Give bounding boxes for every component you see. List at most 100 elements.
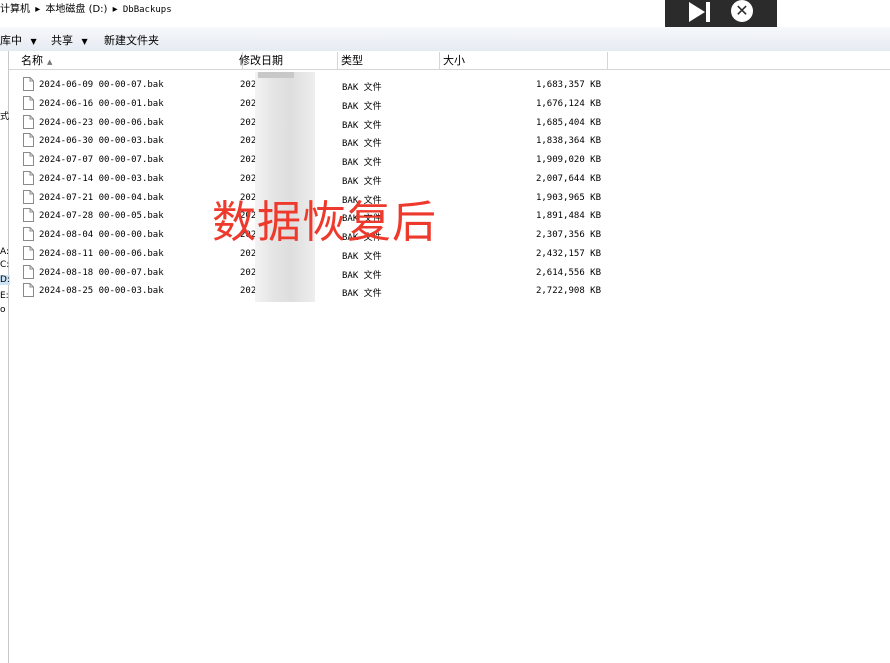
column-type-label: 类型 bbox=[341, 54, 363, 67]
file-type: BAK 文件 bbox=[342, 176, 382, 187]
file-icon bbox=[23, 95, 34, 110]
file-size: 1,676,124 KB bbox=[535, 98, 601, 109]
file-icon bbox=[23, 264, 34, 279]
column-size-label: 大小 bbox=[443, 54, 465, 67]
file-icon bbox=[23, 114, 34, 129]
file-date: 202 bbox=[240, 248, 257, 259]
file-name: 2024-06-23 00-00-06.bak bbox=[39, 117, 164, 128]
file-icon bbox=[23, 77, 34, 91]
file-date: 202 bbox=[240, 286, 257, 297]
close-icon[interactable]: ✕ bbox=[731, 0, 753, 22]
include-in-library-button[interactable]: 库中 ▼ bbox=[0, 32, 37, 48]
file-type: BAK 文件 bbox=[342, 139, 382, 150]
file-name: 2024-08-04 00-00-00.bak bbox=[39, 230, 164, 240]
breadcrumb-folder[interactable]: DbBackups bbox=[123, 5, 172, 15]
file-type: BAK 文件 bbox=[342, 289, 382, 300]
file-size: 1,683,357 KB bbox=[535, 80, 601, 90]
file-row[interactable]: 2024-06-16 00-00-01.bak 202 BAK 文件 1,676… bbox=[9, 95, 890, 114]
column-name-label: 名称 bbox=[21, 54, 43, 67]
file-size: 1,685,404 KB bbox=[535, 117, 601, 128]
file-size: 2,432,157 KB bbox=[535, 248, 601, 259]
sort-ascending-icon: ▲ bbox=[47, 58, 53, 66]
toolbar: 库中 ▼ 共享 ▼ 新建文件夹 bbox=[0, 27, 890, 51]
file-date: 202 bbox=[240, 80, 257, 90]
file-date: 202 bbox=[240, 173, 257, 184]
file-date: 202 bbox=[240, 155, 257, 165]
file-icon bbox=[23, 189, 34, 204]
file-name: 2024-07-14 00-00-03.bak bbox=[39, 173, 164, 184]
chevron-down-icon: ▼ bbox=[81, 37, 88, 46]
breadcrumb-separator-icon: ▸ bbox=[35, 4, 41, 15]
file-name: 2024-08-18 00-00-07.bak bbox=[39, 267, 164, 278]
file-list: 2024-06-09 00-00-07.bak 202 BAK 文件 1,683… bbox=[9, 76, 890, 301]
file-icon bbox=[23, 208, 34, 223]
file-size: 2,307,356 KB bbox=[535, 230, 601, 240]
file-row[interactable]: 2024-06-09 00-00-07.bak 202 BAK 文件 1,683… bbox=[9, 76, 890, 95]
share-label: 共享 bbox=[51, 34, 73, 47]
breadcrumb-drive[interactable]: 本地磁盘 (D:) bbox=[45, 4, 107, 15]
file-date: 202 bbox=[240, 267, 257, 278]
file-size: 1,903,965 KB bbox=[535, 192, 601, 203]
file-row[interactable]: 2024-06-30 00-00-03.bak 202 BAK 文件 1,838… bbox=[9, 132, 890, 151]
file-type: BAK 文件 bbox=[342, 120, 382, 131]
date-redaction-blur bbox=[258, 72, 294, 78]
column-header-name[interactable]: 名称 ▲ bbox=[17, 52, 243, 69]
file-size: 1,838,364 KB bbox=[535, 136, 601, 147]
file-size: 1,909,020 KB bbox=[535, 155, 601, 165]
file-name: 2024-08-11 00-00-06.bak bbox=[39, 248, 164, 259]
file-date: 202 bbox=[240, 136, 257, 147]
file-row[interactable]: 2024-07-21 00-00-04.bak 202 BAK 文件 1,903… bbox=[9, 189, 890, 208]
file-icon bbox=[23, 227, 34, 241]
file-name: 2024-07-21 00-00-04.bak bbox=[39, 192, 164, 203]
column-header-modified[interactable]: 修改日期 bbox=[235, 52, 338, 69]
file-row[interactable]: 2024-07-14 00-00-03.bak 202 BAK 文件 2,007… bbox=[9, 170, 890, 189]
file-icon bbox=[23, 170, 34, 185]
include-in-library-label: 库中 bbox=[0, 34, 22, 47]
column-modified-label: 修改日期 bbox=[239, 54, 283, 67]
file-date: 202 bbox=[240, 117, 257, 128]
breadcrumb-separator-icon: ▸ bbox=[112, 4, 118, 15]
file-icon bbox=[23, 152, 34, 166]
file-name: 2024-06-09 00-00-07.bak bbox=[39, 80, 164, 90]
file-date: 202 bbox=[240, 98, 257, 109]
file-name: 2024-07-07 00-00-07.bak bbox=[39, 155, 164, 165]
file-size: 1,891,484 KB bbox=[535, 211, 601, 222]
new-folder-button[interactable]: 新建文件夹 bbox=[104, 32, 159, 48]
column-header-size[interactable]: 大小 bbox=[439, 52, 608, 69]
file-icon bbox=[23, 245, 34, 260]
share-button[interactable]: 共享 ▼ bbox=[51, 32, 88, 48]
nav-fragment: o bbox=[0, 305, 6, 315]
file-size: 2,007,644 KB bbox=[535, 173, 601, 184]
file-name: 2024-08-25 00-00-03.bak bbox=[39, 286, 164, 297]
file-row[interactable]: 2024-06-23 00-00-06.bak 202 BAK 文件 1,685… bbox=[9, 114, 890, 133]
file-type: BAK 文件 bbox=[342, 270, 382, 281]
file-icon bbox=[23, 133, 34, 148]
file-name: 2024-06-16 00-00-01.bak bbox=[39, 98, 164, 109]
file-size: 2,722,908 KB bbox=[535, 286, 601, 297]
play-icon[interactable] bbox=[685, 0, 713, 26]
file-name: 2024-07-28 00-00-05.bak bbox=[39, 211, 164, 222]
breadcrumb-computer[interactable]: 计算机 bbox=[0, 4, 30, 15]
file-row[interactable]: 2024-08-25 00-00-03.bak 202 BAK 文件 2,722… bbox=[9, 282, 890, 301]
file-name: 2024-06-30 00-00-03.bak bbox=[39, 136, 164, 147]
nav-fragment[interactable]: C: bbox=[0, 260, 9, 270]
file-row[interactable]: 2024-08-11 00-00-06.bak 202 BAK 文件 2,432… bbox=[9, 245, 890, 264]
file-row[interactable]: 2024-07-07 00-00-07.bak 202 BAK 文件 1,909… bbox=[9, 151, 890, 170]
navigation-pane[interactable]: 式 A: C: D: E: o bbox=[0, 51, 10, 663]
file-type: BAK 文件 bbox=[342, 101, 382, 112]
file-row[interactable]: 2024-08-18 00-00-07.bak 202 BAK 文件 2,614… bbox=[9, 264, 890, 283]
file-type: BAK 文件 bbox=[342, 158, 382, 168]
file-type: BAK 文件 bbox=[342, 83, 382, 93]
chevron-down-icon: ▼ bbox=[30, 37, 37, 46]
file-type: BAK 文件 bbox=[342, 251, 382, 262]
file-row[interactable]: 2024-07-28 00-00-05.bak 202 BAK 文件 1,891… bbox=[9, 207, 890, 226]
nav-fragment[interactable]: E: bbox=[0, 291, 9, 301]
watermark-text: 数据恢复后 bbox=[212, 197, 437, 248]
column-header-type[interactable]: 类型 bbox=[337, 52, 440, 69]
column-header: 名称 ▲ 修改日期 类型 大小 bbox=[9, 52, 890, 70]
file-size: 2,614,556 KB bbox=[535, 267, 601, 278]
nav-fragment: 式 bbox=[0, 112, 10, 122]
nav-fragment[interactable]: A: bbox=[0, 247, 9, 257]
file-row[interactable]: 2024-08-04 00-00-00.bak 202 BAK 文件 2,307… bbox=[9, 226, 890, 245]
file-icon bbox=[23, 283, 34, 298]
